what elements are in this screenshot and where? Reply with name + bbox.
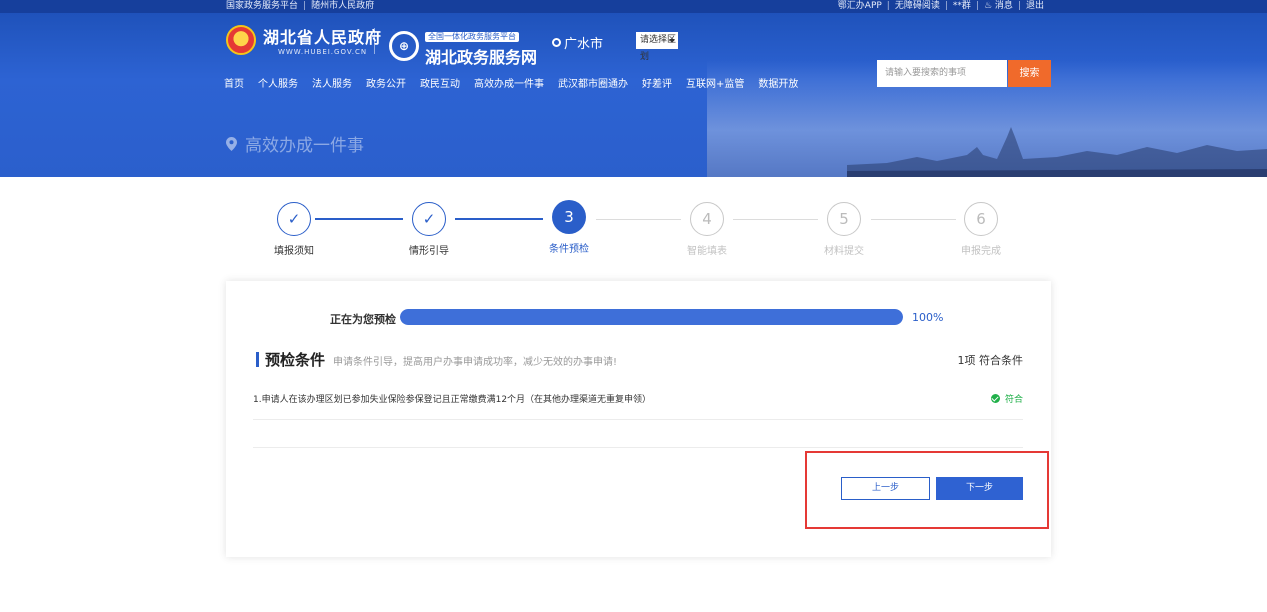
nav-item-personal[interactable]: 个人服务 (258, 75, 298, 90)
step-label: 情形引导 (409, 246, 449, 257)
card-divider (253, 447, 1023, 448)
search-button[interactable]: 搜索 (1008, 60, 1051, 87)
precheck-status-label: 正在为您预检 (330, 313, 396, 326)
nav-item-one-thing[interactable]: 高效办成一件事 (474, 75, 544, 90)
link-national-platform[interactable]: 国家政务服务平台 (226, 1, 298, 11)
step-label: 申报完成 (961, 246, 1001, 257)
nav-item-wuhan-circle[interactable]: 武汉都市圈通办 (558, 75, 628, 90)
national-emblem-icon (226, 25, 256, 55)
link-suizhou-gov[interactable]: 随州市人民政府 (311, 1, 374, 11)
step-label: 条件预检 (549, 244, 589, 255)
step-number: 6 (964, 202, 998, 236)
precheck-progress-fill (400, 309, 903, 325)
check-icon: ✓ (277, 202, 311, 236)
platform-tag: 全国一体化政务服务平台 (425, 32, 519, 42)
gov-name: 湖北省人民政府 (263, 28, 383, 47)
precheck-progress-bar (400, 309, 903, 325)
section-accent-bar (256, 352, 259, 367)
page-title: 高效办成一件事 (226, 131, 364, 156)
link-app[interactable]: 鄂汇办APP (838, 1, 882, 11)
platform-name: 湖北政务服务网 (425, 48, 538, 67)
nav-item-supervision[interactable]: 互联网+监管 (686, 75, 744, 90)
link-logout[interactable]: 退出 (1026, 1, 1044, 11)
step-label: 材料提交 (824, 246, 864, 257)
bell-icon[interactable]: ♨ (984, 1, 992, 11)
conditions-title: 预检条件 (265, 351, 326, 369)
condition-status: 符合 (990, 392, 1023, 405)
location-marker-icon (226, 136, 237, 151)
city-skyline-image (847, 127, 1267, 177)
nav-item-corporate[interactable]: 法人服务 (312, 75, 352, 90)
link-messages[interactable]: 消息 (995, 1, 1013, 11)
condition-text: 1.申请人在该办理区划已参加失业保险参保登记且正常缴费满12个月（在其他办理渠道… (253, 395, 652, 405)
nav-item-open-data[interactable]: 数据开放 (758, 75, 798, 90)
platform-logo[interactable]: ⊕ 全国一体化政务服务平台 湖北政务服务网 (389, 24, 537, 68)
main-nav: 首页 个人服务 法人服务 政务公开 政民互动 高效办成一件事 武汉都市圈通办 好… (224, 75, 812, 90)
site-header: 国家政务服务平台 | 随州市人民政府 鄂汇办APP | 无障碍阅读 | **群 | ♨ 消息 | 退… (0, 0, 1267, 177)
step-6: 6 申报完成 (941, 202, 1021, 257)
step-2: ✓ 情形引导 (389, 202, 469, 257)
hubei-gov-logo[interactable]: 湖北省人民政府 WWW.HUBEI.GOV.CN (226, 24, 382, 56)
next-step-button[interactable]: 下一步 (936, 477, 1023, 500)
step-number: 3 (552, 200, 586, 234)
link-accessibility[interactable]: 无障碍阅读 (895, 1, 940, 11)
caret-down-icon (669, 39, 675, 43)
step-number: 4 (690, 202, 724, 236)
check-circle-icon (990, 394, 1000, 403)
condition-status-text: 符合 (1004, 395, 1023, 405)
conditions-subtitle: 申请条件引导，提高用户办事申请成功率，减少无效的办事申请! (333, 357, 618, 368)
search-input[interactable]: 请输入要搜索的事项 (877, 60, 1007, 87)
step-label: 智能填表 (687, 246, 727, 257)
district-select[interactable]: 请选择区划 (636, 32, 678, 62)
nav-item-rating[interactable]: 好差评 (642, 75, 672, 90)
nav-item-public-affairs[interactable]: 政务公开 (366, 75, 406, 90)
check-icon: ✓ (412, 202, 446, 236)
platform-logo-icon: ⊕ (389, 31, 419, 61)
condition-row: 1.申请人在该办理区划已参加失业保险参保登记且正常缴费满12个月（在其他办理渠道… (253, 386, 1023, 420)
step-label: 填报须知 (274, 246, 314, 257)
step-1: ✓ 填报须知 (254, 202, 334, 257)
nav-item-home[interactable]: 首页 (224, 75, 244, 90)
link-user[interactable]: **群 (953, 1, 971, 11)
page-title-text: 高效办成一件事 (245, 136, 364, 156)
step-3: 3 条件预检 (529, 200, 609, 255)
location-pin-icon (552, 38, 561, 47)
conditions-count: 1项 符合条件 (957, 354, 1024, 367)
step-5: 5 材料提交 (804, 202, 884, 257)
step-number: 5 (827, 202, 861, 236)
precheck-progress-text: 100% (912, 311, 944, 324)
logo-divider (374, 28, 375, 54)
gov-url: WWW.HUBEI.GOV.CN (277, 48, 368, 56)
step-4: 4 智能填表 (667, 202, 747, 257)
top-utility-bar: 国家政务服务平台 | 随州市人民政府 鄂汇办APP | 无障碍阅读 | **群 | ♨ 消息 | 退… (0, 0, 1267, 13)
nav-item-interaction[interactable]: 政民互动 (420, 75, 460, 90)
city-name: 广水市 (564, 37, 604, 52)
prev-step-button[interactable]: 上一步 (841, 477, 930, 500)
city-selector[interactable]: 广水市 (552, 33, 603, 52)
conditions-header: 预检条件 申请条件引导，提高用户办事申请成功率，减少无效的办事申请! (256, 349, 617, 370)
